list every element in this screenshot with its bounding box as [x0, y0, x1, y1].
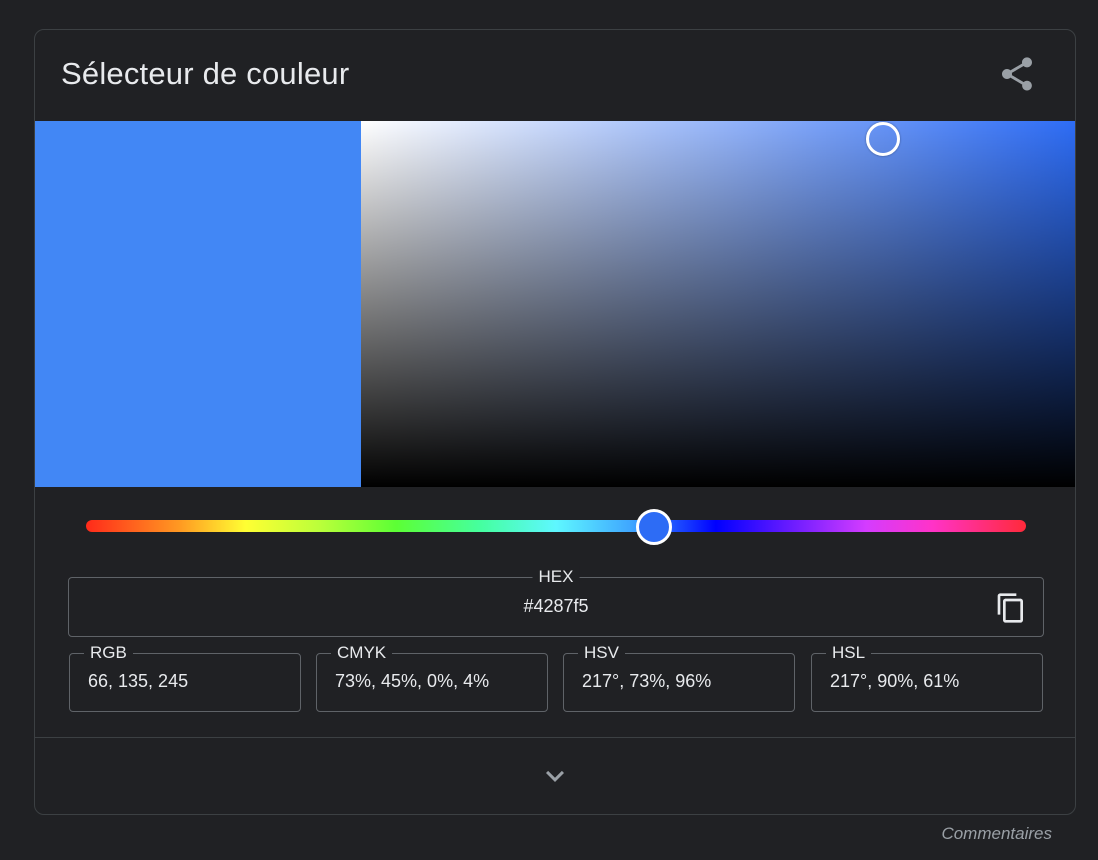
hsl-field[interactable]: HSL 217°, 90%, 61%	[811, 642, 1043, 712]
feedback-link[interactable]: Commentaires	[941, 824, 1052, 844]
rgb-field[interactable]: RGB 66, 135, 245	[69, 642, 301, 712]
rgb-label: RGB	[84, 642, 133, 664]
copy-button[interactable]	[995, 591, 1027, 625]
hue-slider-thumb[interactable]	[636, 509, 672, 545]
saturation-value-handle[interactable]	[866, 122, 900, 156]
share-button[interactable]	[997, 54, 1037, 94]
hsv-label: HSV	[578, 642, 625, 664]
expand-button[interactable]	[537, 758, 573, 794]
picker-row	[35, 121, 1075, 487]
chevron-down-icon	[546, 770, 564, 782]
rgb-value[interactable]: 66, 135, 245	[88, 670, 188, 692]
color-preview-swatch	[35, 121, 361, 487]
hue-slider[interactable]	[86, 520, 1026, 532]
hsv-value[interactable]: 217°, 73%, 96%	[582, 670, 711, 692]
hsv-field[interactable]: HSV 217°, 73%, 96%	[563, 642, 795, 712]
cmyk-value[interactable]: 73%, 45%, 0%, 4%	[335, 670, 489, 692]
cmyk-field[interactable]: CMYK 73%, 45%, 0%, 4%	[316, 642, 548, 712]
hex-field[interactable]: HEX #4287f5	[68, 566, 1044, 637]
saturation-value-area[interactable]	[361, 121, 1075, 487]
color-picker-card: Sélecteur de couleur HEX #4287f5 RGB 66,…	[34, 29, 1076, 815]
share-icon	[1002, 57, 1032, 91]
divider	[35, 737, 1075, 738]
hsl-value[interactable]: 217°, 90%, 61%	[830, 670, 959, 692]
hsl-label: HSL	[826, 642, 872, 664]
card-header: Sélecteur de couleur	[35, 30, 1075, 121]
cmyk-label: CMYK	[331, 642, 393, 664]
hex-value[interactable]: #4287f5	[69, 595, 1043, 617]
hex-label: HEX	[532, 566, 580, 588]
copy-icon	[997, 593, 1023, 623]
card-title: Sélecteur de couleur	[61, 56, 350, 91]
